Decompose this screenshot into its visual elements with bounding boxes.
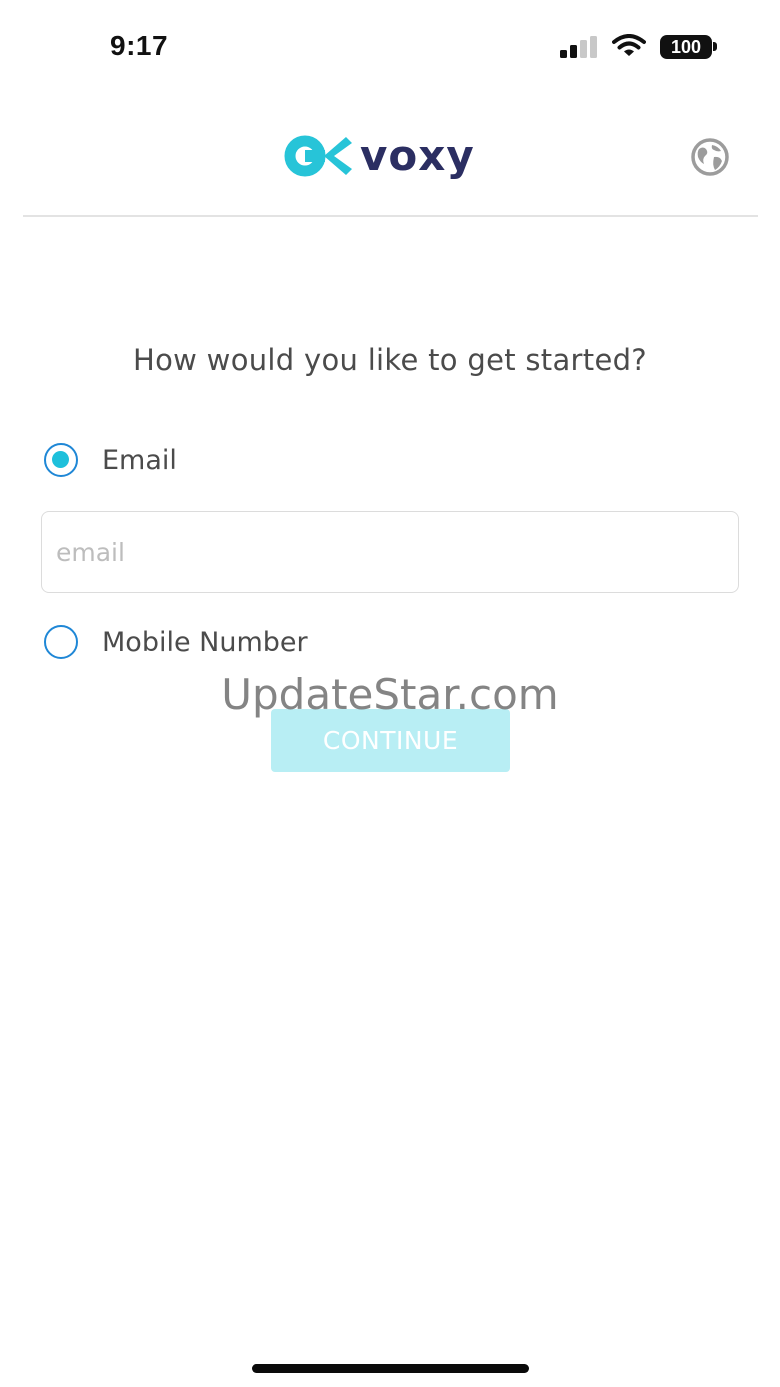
mobile-option-label: Mobile Number [102, 626, 308, 658]
home-indicator[interactable] [252, 1364, 529, 1373]
option-mobile-number[interactable]: Mobile Number [44, 625, 308, 659]
app-header: voxy [0, 95, 780, 217]
logo-wordmark: voxy [360, 133, 475, 179]
email-option-label: Email [102, 444, 177, 476]
email-field[interactable] [41, 511, 739, 593]
email-radio[interactable] [44, 443, 78, 477]
battery-icon: 100 [660, 35, 712, 59]
login-screen: 9:17 100 voxy How would you like to get … [0, 0, 780, 1387]
status-bar: 9:17 100 [0, 0, 780, 95]
battery-level: 100 [670, 37, 702, 57]
voxy-logo: voxy [284, 133, 475, 179]
continue-button[interactable]: CONTINUE [271, 709, 510, 772]
globe-icon[interactable] [690, 137, 730, 177]
header-divider [23, 215, 758, 217]
status-time: 9:17 [110, 30, 169, 61]
mobile-radio[interactable] [44, 625, 78, 659]
option-email[interactable]: Email [44, 443, 177, 477]
signal-icon [560, 36, 597, 58]
battery-tip [713, 42, 717, 51]
wifi-icon [612, 34, 646, 56]
page-title: How would you like to get started? [132, 343, 647, 377]
